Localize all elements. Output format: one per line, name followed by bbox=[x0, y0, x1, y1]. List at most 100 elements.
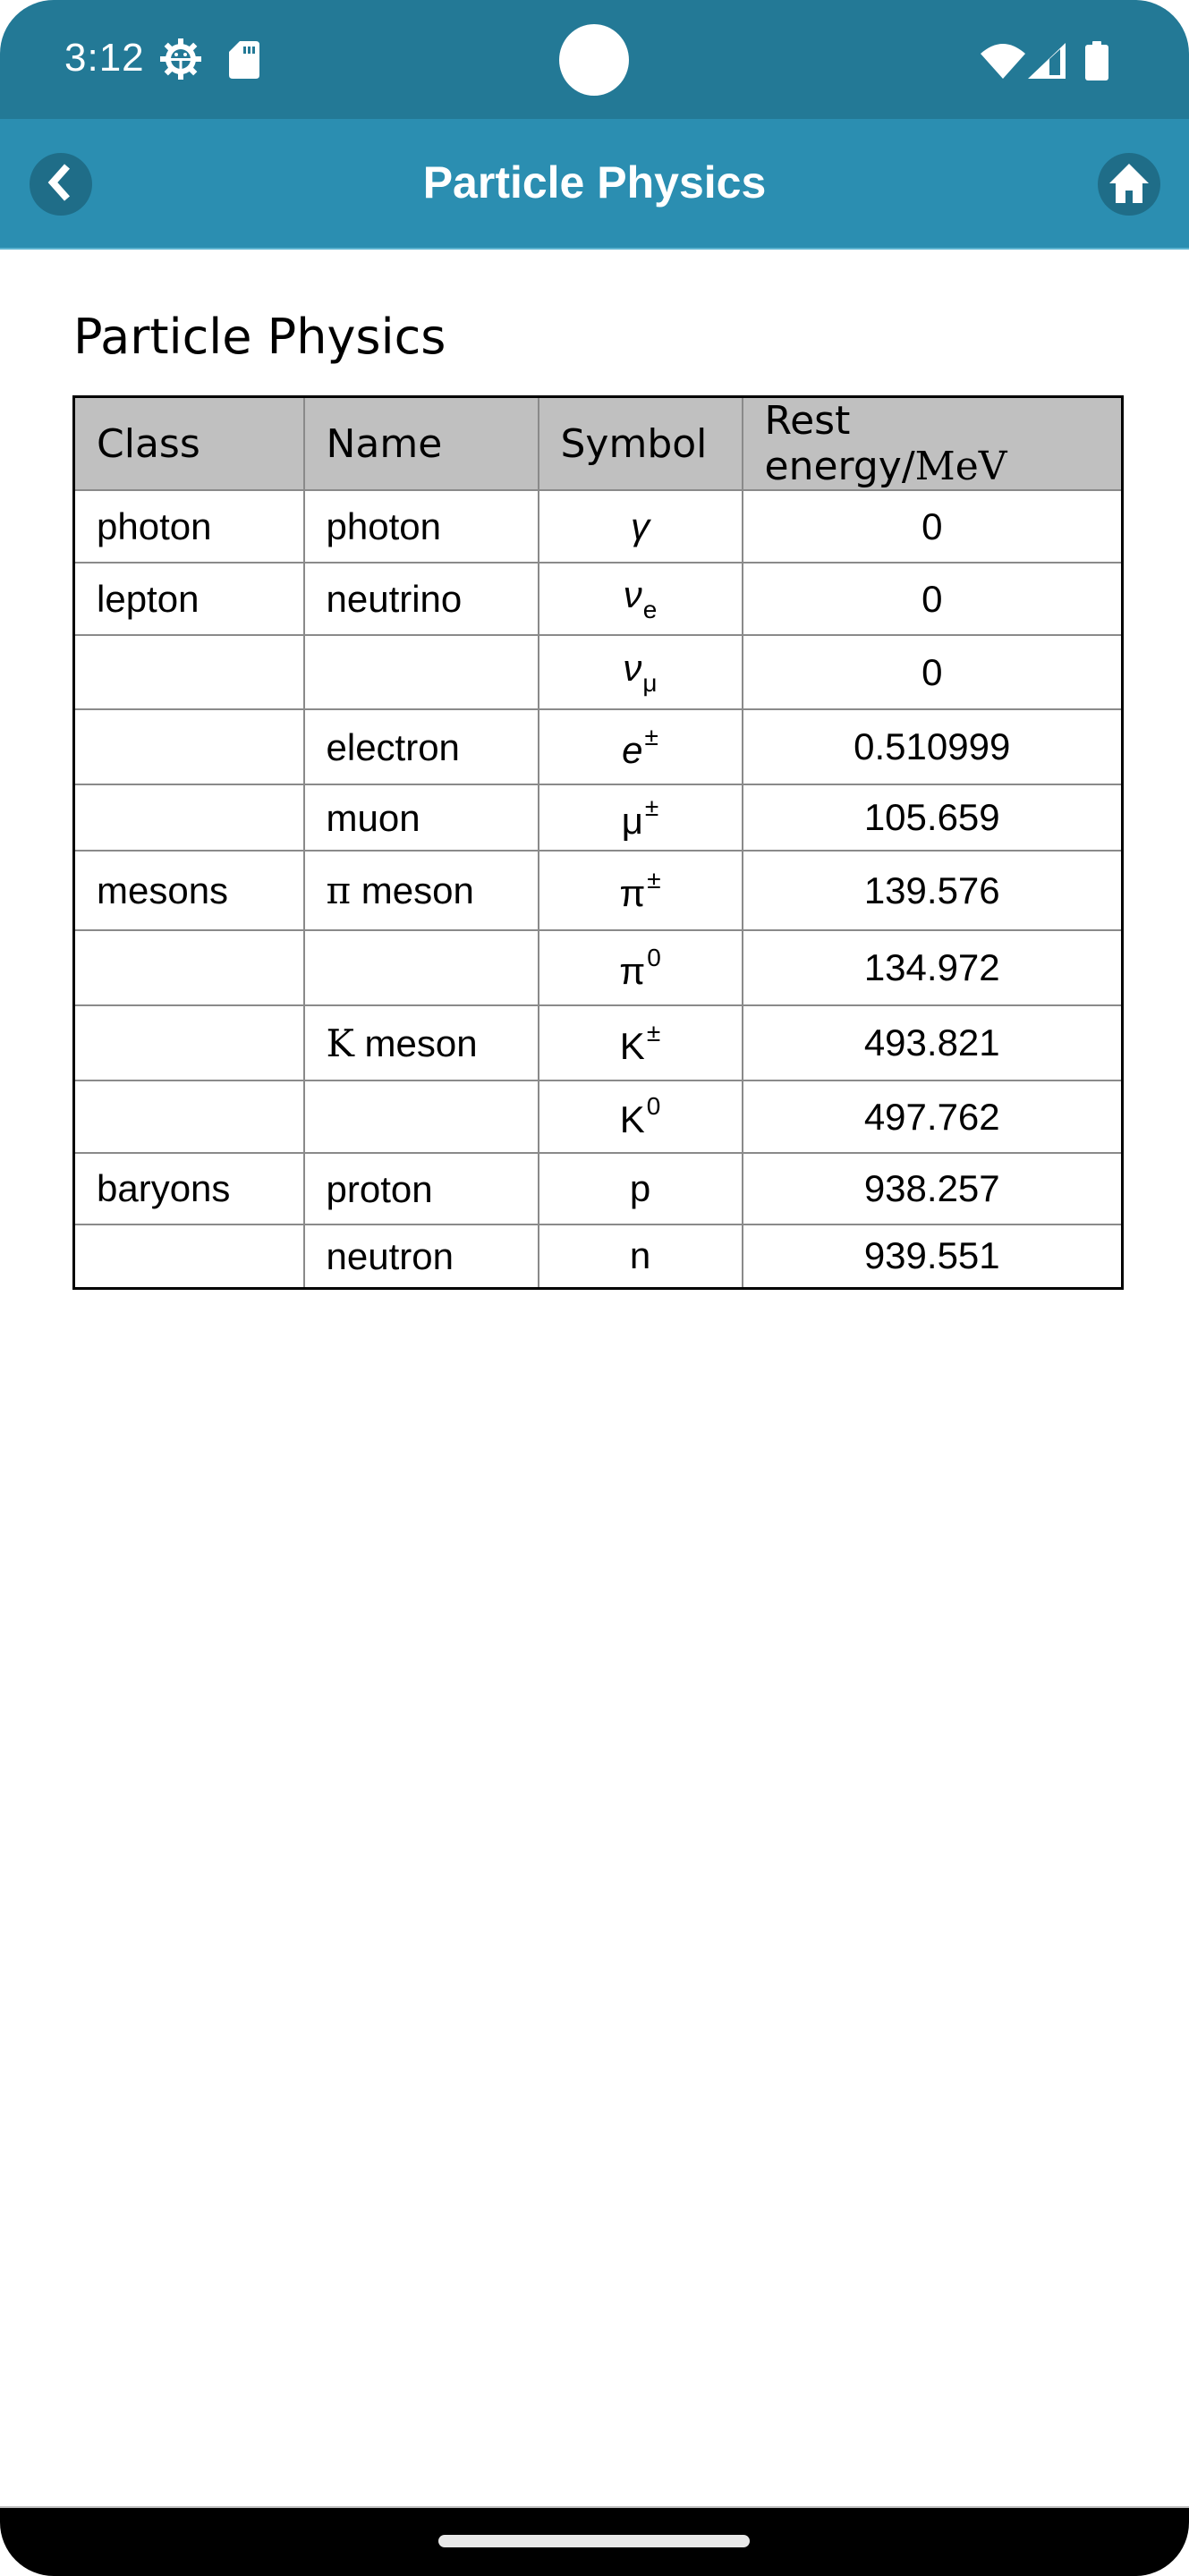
cellular-signal-icon bbox=[1028, 43, 1066, 82]
home-gesture-handle[interactable] bbox=[438, 2535, 750, 2547]
cell-symbol: νμ bbox=[537, 634, 743, 710]
cell-rest-energy: 105.659 bbox=[741, 784, 1124, 852]
cell-symbol: π0 bbox=[537, 929, 743, 1006]
symbol-superscript: ± bbox=[647, 866, 661, 894]
cell-symbol: n bbox=[537, 1224, 743, 1289]
symbol-superscript: 0 bbox=[646, 1092, 661, 1120]
cell-class bbox=[72, 1080, 305, 1154]
header-name: Name bbox=[302, 395, 539, 491]
symbol-base: e bbox=[622, 728, 643, 771]
symbol-base: ν bbox=[623, 647, 642, 689]
header-rest-energy: Rest energy/MeV bbox=[741, 395, 1124, 491]
cell-name: neutrino bbox=[302, 562, 539, 636]
status-bar: 3:12 bbox=[0, 0, 1189, 119]
cell-symbol: K0 bbox=[537, 1080, 743, 1154]
settings-gear-icon bbox=[159, 38, 202, 84]
table-row: K meson K± 493.821 bbox=[72, 1004, 1124, 1081]
header-energy-label: Rest energy/ bbox=[764, 398, 915, 489]
table-row: lepton neutrino νe 0 bbox=[72, 562, 1124, 636]
symbol-base: K bbox=[619, 1024, 645, 1067]
table-row: photon photon γ 0 bbox=[72, 489, 1124, 564]
header-class: Class bbox=[72, 395, 305, 491]
cell-rest-energy: 938.257 bbox=[741, 1152, 1124, 1225]
symbol-base: p bbox=[629, 1167, 651, 1209]
cell-name: muon bbox=[302, 784, 539, 852]
battery-icon bbox=[1085, 41, 1108, 84]
name-prefix: K bbox=[326, 1021, 354, 1065]
cell-name: electron bbox=[302, 708, 539, 785]
front-camera bbox=[559, 24, 629, 96]
cell-rest-energy: 134.972 bbox=[741, 929, 1124, 1006]
header-energy-unit: MeV bbox=[914, 444, 1007, 489]
table-row: baryons proton p 938.257 bbox=[72, 1152, 1124, 1225]
home-button[interactable] bbox=[1098, 153, 1160, 216]
cell-name bbox=[302, 929, 539, 1006]
app-bar-title: Particle Physics bbox=[422, 157, 767, 208]
status-time: 3:12 bbox=[64, 36, 145, 80]
symbol-base: γ bbox=[631, 504, 650, 547]
symbol-base: π bbox=[619, 872, 646, 914]
symbol-superscript: 0 bbox=[647, 943, 661, 971]
cell-class bbox=[72, 708, 305, 785]
cell-class bbox=[72, 784, 305, 852]
home-icon bbox=[1108, 162, 1150, 207]
table-row: muon μ± 105.659 bbox=[72, 784, 1124, 852]
symbol-superscript: ± bbox=[644, 722, 658, 750]
cell-rest-energy: 939.551 bbox=[741, 1224, 1124, 1289]
table-header-row: Class Name Symbol Rest energy/MeV bbox=[72, 395, 1124, 491]
table-row: neutron n 939.551 bbox=[72, 1224, 1124, 1289]
cell-name bbox=[302, 634, 539, 710]
name-text: meson bbox=[351, 869, 474, 911]
name-text: muon bbox=[326, 796, 420, 839]
cell-class bbox=[72, 634, 305, 710]
sd-card-icon bbox=[229, 41, 259, 82]
table-row: νμ 0 bbox=[72, 634, 1124, 710]
table-row: K0 497.762 bbox=[72, 1080, 1124, 1154]
cell-class: lepton bbox=[72, 562, 305, 636]
cell-symbol: K± bbox=[537, 1004, 743, 1081]
symbol-base: μ bbox=[621, 799, 643, 842]
table-body: photon photon γ 0 lepton neutrino νe 0 νμ 0 electr… bbox=[72, 489, 1124, 1289]
name-text: electron bbox=[326, 725, 460, 768]
symbol-subscript: μ bbox=[642, 669, 658, 697]
cell-name: neutron bbox=[302, 1224, 539, 1289]
wifi-icon bbox=[981, 41, 1025, 82]
cell-rest-energy: 0 bbox=[741, 562, 1124, 636]
symbol-superscript: ± bbox=[644, 792, 659, 821]
page-heading: Particle Physics bbox=[73, 309, 446, 365]
cell-symbol: γ bbox=[537, 489, 743, 564]
cell-symbol: π± bbox=[537, 850, 743, 931]
symbol-superscript: ± bbox=[646, 1018, 661, 1046]
symbol-base: K bbox=[619, 1098, 645, 1140]
cell-class: baryons bbox=[72, 1152, 305, 1225]
header-symbol: Symbol bbox=[537, 395, 743, 491]
particle-table: Class Name Symbol Rest energy/MeV photon… bbox=[72, 395, 1124, 1290]
cell-rest-energy: 0 bbox=[741, 634, 1124, 710]
cell-symbol: p bbox=[537, 1152, 743, 1225]
cell-rest-energy: 0 bbox=[741, 489, 1124, 564]
cell-rest-energy: 0.510999 bbox=[741, 708, 1124, 785]
cell-symbol: μ± bbox=[537, 784, 743, 852]
cell-name: photon bbox=[302, 489, 539, 564]
name-text: meson bbox=[353, 1021, 478, 1064]
name-text: proton bbox=[326, 1167, 433, 1210]
cell-class: photon bbox=[72, 489, 305, 564]
cell-name bbox=[302, 1080, 539, 1154]
cell-class: mesons bbox=[72, 850, 305, 931]
cell-class bbox=[72, 929, 305, 1006]
cell-symbol: e± bbox=[537, 708, 743, 785]
cell-name: proton bbox=[302, 1152, 539, 1225]
symbol-base: π bbox=[619, 949, 646, 992]
name-text: neutron bbox=[326, 1234, 454, 1277]
table-row: electron e± 0.510999 bbox=[72, 708, 1124, 785]
name-text: neutrino bbox=[326, 578, 463, 620]
cell-class bbox=[72, 1004, 305, 1081]
name-prefix: π bbox=[326, 869, 352, 912]
app-bar: Particle Physics bbox=[0, 119, 1189, 250]
cell-rest-energy: 139.576 bbox=[741, 850, 1124, 931]
cell-rest-energy: 493.821 bbox=[741, 1004, 1124, 1081]
name-text: photon bbox=[326, 505, 441, 547]
cell-rest-energy: 497.762 bbox=[741, 1080, 1124, 1154]
cell-symbol: νe bbox=[537, 562, 743, 636]
table-row: π0 134.972 bbox=[72, 929, 1124, 1006]
